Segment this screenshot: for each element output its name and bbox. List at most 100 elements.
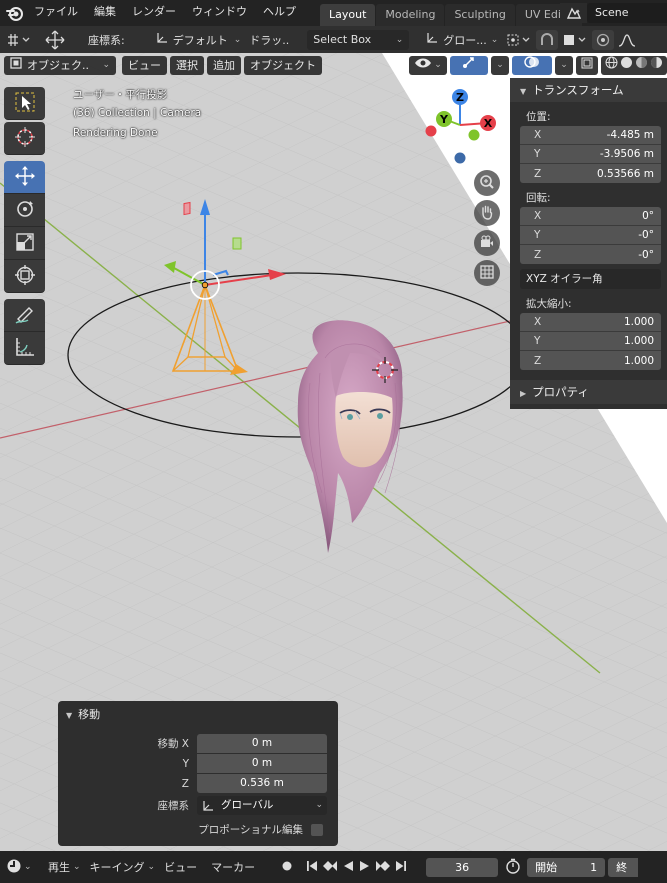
pivot-point-icon[interactable] bbox=[504, 30, 534, 50]
prev-keyframe-icon[interactable] bbox=[322, 860, 338, 875]
tool-move[interactable] bbox=[4, 161, 45, 194]
menu-window[interactable]: ウィンドウ bbox=[184, 0, 255, 26]
move-y-field[interactable]: 0 m bbox=[197, 754, 327, 773]
menu-render[interactable]: レンダー bbox=[124, 0, 184, 26]
blender-logo-icon[interactable] bbox=[4, 2, 26, 24]
scene-name-field[interactable]: Scene bbox=[587, 3, 667, 23]
transform-orientation-dropdown[interactable]: グロー... ⌄ bbox=[425, 30, 498, 50]
proportional-editing-icon[interactable] bbox=[592, 29, 615, 50]
gizmo-x-label[interactable]: X bbox=[484, 117, 493, 130]
tool-transform[interactable] bbox=[4, 260, 45, 293]
tool-annotate[interactable] bbox=[4, 299, 45, 332]
scene-selector[interactable]: Scene bbox=[560, 3, 667, 23]
menu-help[interactable]: ヘルプ bbox=[255, 0, 304, 26]
marker-menu[interactable]: マーカー bbox=[211, 859, 255, 875]
frame-end-field[interactable]: 終 bbox=[608, 857, 639, 877]
scale-y-field[interactable]: Y 1.000 bbox=[520, 332, 661, 351]
frame-start-field[interactable]: 開始 1 bbox=[527, 857, 606, 877]
rotation-z-field[interactable]: Z -0° bbox=[520, 245, 661, 264]
orientation-dropdown[interactable]: グローバル ⌄ bbox=[197, 796, 327, 815]
snap-toggle-icon[interactable] bbox=[536, 29, 559, 50]
keying-menu[interactable]: キーイング ⌄ bbox=[90, 859, 156, 875]
rotation-y-field[interactable]: Y -0° bbox=[520, 226, 661, 245]
xray-icon bbox=[581, 56, 593, 75]
play-reverse-icon[interactable] bbox=[341, 860, 355, 875]
gizmo-dropdown[interactable]: ⌄ bbox=[491, 55, 509, 75]
editor-type-dropdown[interactable]: ⌄ bbox=[6, 858, 34, 877]
tool-scale[interactable] bbox=[4, 227, 45, 260]
drag-select-value: Select Box bbox=[313, 32, 372, 46]
scale-x-field[interactable]: X 1.000 bbox=[520, 313, 661, 332]
gizmo-y-label[interactable]: Y bbox=[439, 113, 449, 126]
location-y-field[interactable]: Y -3.9506 m bbox=[520, 145, 661, 164]
location-x-field[interactable]: X -4.485 m bbox=[520, 126, 661, 145]
playback-menu[interactable]: 再生 ⌄ bbox=[48, 859, 81, 875]
menu-object[interactable]: オブジェクト bbox=[244, 55, 322, 75]
jump-start-icon[interactable] bbox=[305, 860, 319, 875]
scale-label: 拡大縮小: bbox=[526, 298, 572, 310]
redo-panel-title: 移動 bbox=[78, 708, 101, 721]
record-button[interactable] bbox=[281, 860, 293, 875]
rotation-mode-dropdown[interactable]: XYZ オイラー角 bbox=[520, 269, 661, 289]
snap-options-icon[interactable] bbox=[4, 30, 34, 50]
play-icon[interactable] bbox=[358, 860, 372, 875]
menu-file[interactable]: ファイル bbox=[26, 0, 86, 26]
preview-range-toggle[interactable] bbox=[505, 858, 521, 877]
tool-rotate[interactable] bbox=[4, 194, 45, 227]
xray-toggle[interactable] bbox=[576, 55, 598, 75]
menu-edit[interactable]: 編集 bbox=[86, 0, 124, 26]
global-axis-icon bbox=[201, 799, 215, 813]
zoom-magnifier-icon bbox=[479, 174, 495, 193]
scene-icon[interactable] bbox=[560, 3, 587, 23]
caret-down-icon: ▼ bbox=[520, 87, 527, 96]
chevron-down-icon: ⌄ bbox=[147, 862, 156, 872]
jump-end-icon[interactable] bbox=[394, 860, 408, 875]
tool-select-box[interactable] bbox=[4, 87, 45, 120]
perspective-toggle-button[interactable] bbox=[474, 260, 500, 286]
scale-z-field[interactable]: Z 1.000 bbox=[520, 351, 661, 370]
transform-panel-header[interactable]: ▼ トランスフォーム bbox=[510, 78, 667, 102]
gizmo-toggle[interactable] bbox=[450, 55, 488, 75]
gizmo-z-label[interactable]: Z bbox=[456, 91, 464, 104]
material-shading-icon[interactable] bbox=[635, 56, 648, 75]
menu-add[interactable]: 追加 bbox=[207, 55, 241, 75]
3d-viewport[interactable]: オブジェク.. ⌄ ビュー 選択 追加 オブジェクト ⌄ ⌄ ⌄ ユーザー・平行… bbox=[0, 53, 667, 851]
next-keyframe-icon[interactable] bbox=[375, 860, 391, 875]
overlay-dropdown[interactable]: ⌄ bbox=[555, 55, 573, 75]
transform-pivot-icon[interactable] bbox=[42, 30, 68, 50]
drag-select-dropdown[interactable]: Select Box ⌄ bbox=[307, 29, 410, 50]
current-frame-field[interactable]: 36 bbox=[426, 857, 499, 877]
interaction-mode-value: オブジェク.. bbox=[27, 58, 89, 72]
redo-panel-header[interactable]: ▼ 移動 bbox=[66, 706, 100, 722]
tool-measure[interactable] bbox=[4, 332, 45, 365]
timeline-view-menu[interactable]: ビュー bbox=[164, 859, 197, 875]
shading-mode-buttons[interactable] bbox=[601, 55, 667, 75]
visibility-dropdown[interactable]: ⌄ bbox=[409, 55, 447, 75]
camera-view-button[interactable] bbox=[474, 230, 500, 256]
rendered-shading-icon[interactable] bbox=[650, 56, 663, 75]
overlay-toggle[interactable] bbox=[512, 55, 552, 75]
zoom-button[interactable] bbox=[474, 170, 500, 196]
navigation-gizmo[interactable]: Z Y X bbox=[418, 85, 508, 167]
wireframe-shading-icon[interactable] bbox=[605, 56, 618, 75]
solid-shading-icon[interactable] bbox=[620, 56, 633, 75]
rotation-x-field[interactable]: X 0° bbox=[520, 207, 661, 226]
tab-sculpting[interactable]: Sculpting bbox=[445, 4, 515, 26]
view-name-text: ユーザー・平行投影 bbox=[73, 89, 168, 101]
menu-select[interactable]: 選択 bbox=[170, 55, 204, 75]
record-dot-icon bbox=[281, 860, 293, 875]
move-z-field[interactable]: 0.536 m bbox=[197, 774, 327, 793]
snap-target-icon[interactable] bbox=[560, 30, 590, 50]
properties-panel-header[interactable]: ▶ プロパティ bbox=[510, 380, 667, 404]
orientation-dropdown[interactable]: デフォルト ⌄ bbox=[155, 30, 241, 50]
tool-cursor[interactable] bbox=[4, 122, 45, 155]
interaction-mode-dropdown[interactable]: オブジェク.. ⌄ bbox=[4, 55, 116, 75]
falloff-curve-icon[interactable] bbox=[616, 30, 638, 50]
tab-modeling[interactable]: Modeling bbox=[376, 4, 445, 26]
menu-view[interactable]: ビュー bbox=[122, 55, 167, 75]
pan-button[interactable] bbox=[474, 200, 500, 226]
tab-layout[interactable]: Layout bbox=[320, 4, 376, 26]
proportional-editing-checkbox[interactable] bbox=[311, 823, 323, 836]
move-x-field[interactable]: 0 m bbox=[197, 734, 327, 753]
location-z-field[interactable]: Z 0.53566 m bbox=[520, 164, 661, 183]
